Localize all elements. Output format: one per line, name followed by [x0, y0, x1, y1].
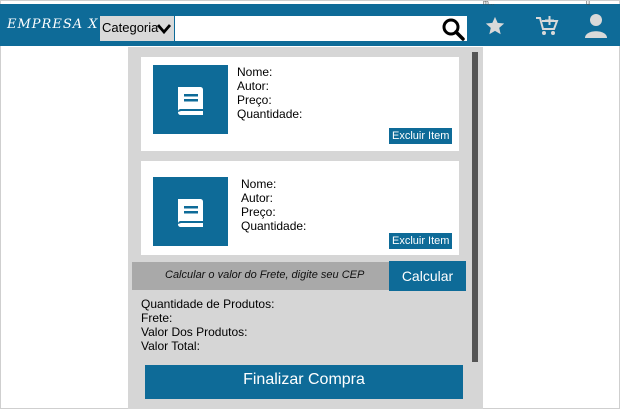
name-label: Nome: — [237, 65, 273, 79]
brand-logo[interactable]: EMPRESA X — [7, 17, 99, 32]
book-icon — [178, 199, 203, 227]
star-caption: m... — [483, 0, 495, 7]
user-caption: u — [586, 0, 590, 7]
chevron-down-icon — [157, 24, 171, 35]
item-details: Nome: Autor: Preço: Quantidade: — [237, 65, 302, 121]
star-icon[interactable] — [484, 15, 506, 37]
name-label: Nome: — [241, 177, 277, 191]
total-value-label: Valor Total: — [141, 339, 200, 353]
search-input[interactable] — [175, 16, 467, 41]
products-value-label: Valor Dos Produtos: — [141, 325, 248, 339]
shipping-prompt: Calcular o valor do Frete, digite seu CE… — [165, 269, 365, 281]
item-details: Nome: Autor: Preço: Quantidade: — [241, 177, 306, 233]
product-image — [153, 65, 228, 134]
author-label: Autor: — [241, 191, 274, 205]
search-icon[interactable] — [441, 17, 465, 41]
category-label: Categoria — [102, 20, 159, 35]
quantity-label: Quantidade: — [237, 107, 303, 121]
shipping-summary-label: Frete: — [141, 311, 173, 325]
quantity-summary-label: Quantidade de Produtos: — [141, 297, 275, 311]
category-select[interactable]: Categoria — [100, 16, 174, 41]
shipping-cep-input[interactable]: Calcular o valor do Frete, digite seu CE… — [132, 262, 389, 290]
order-summary: Quantidade de Produtos: Frete: Valor Dos… — [141, 297, 274, 353]
author-label: Autor: — [237, 79, 270, 93]
top-navigation-bar: EMPRESA X Categoria m... u — [0, 0, 620, 46]
checkout-button[interactable]: Finalizar Compra — [145, 365, 463, 399]
book-icon — [178, 87, 203, 115]
user-icon[interactable] — [584, 13, 608, 39]
cart-item: Nome: Autor: Preço: Quantidade: Excluir … — [141, 57, 459, 151]
quantity-label: Quantidade: — [241, 219, 307, 233]
delete-item-button[interactable]: Excluir Item — [389, 233, 453, 249]
calculate-shipping-button[interactable]: Calcular — [389, 261, 466, 291]
delete-item-button[interactable]: Excluir Item — [389, 128, 453, 144]
add-to-cart-icon[interactable] — [535, 15, 559, 37]
cart-item: Nome: Autor: Preço: Quantidade: Excluir … — [141, 161, 459, 255]
product-image — [153, 177, 228, 246]
price-label: Preço: — [241, 205, 276, 219]
price-label: Preço: — [237, 93, 272, 107]
scrollbar[interactable] — [472, 52, 478, 362]
